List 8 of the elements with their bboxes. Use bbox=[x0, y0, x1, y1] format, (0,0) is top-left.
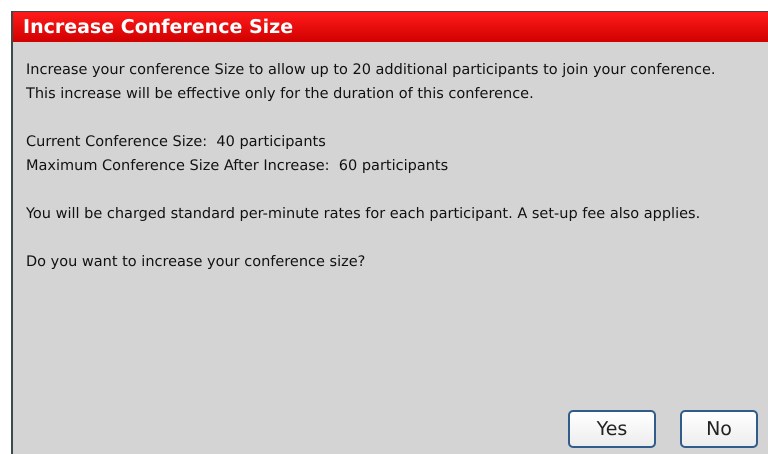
message-text: Maximum Conference Size After Increase: 60 participants bbox=[26, 157, 450, 176]
message-text: You will be charged standard per-minute rates for each participant. A set-up fee also applies. bbox=[26, 205, 702, 224]
message-text: Increase your conference Size to allow up to 20 additional participants to join your conference. This increase will be effective only for the duration of this conference. bbox=[26, 61, 716, 104]
yes-button[interactable]: Yes bbox=[568, 410, 656, 448]
message-text: Current Conference Size: 40 participants bbox=[26, 133, 327, 152]
dialog-title: Increase Conference Size bbox=[13, 11, 768, 42]
no-button[interactable]: No bbox=[680, 410, 758, 448]
message-text: Do you want to increase your conference size? bbox=[26, 253, 366, 272]
